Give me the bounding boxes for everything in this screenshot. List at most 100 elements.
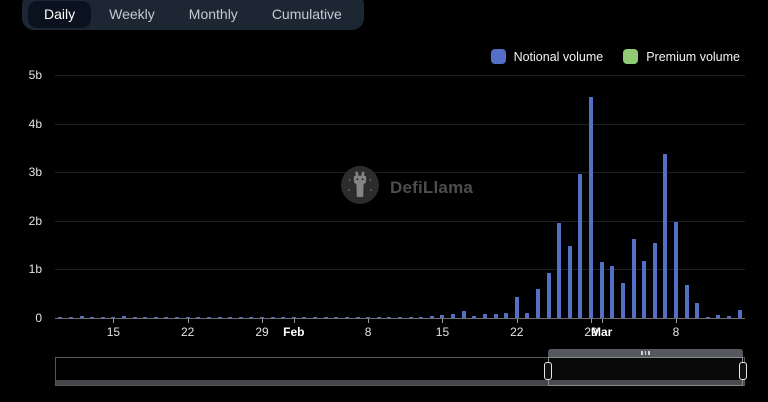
x-axis-tick (113, 319, 114, 323)
x-axis-tick (368, 319, 369, 323)
x-axis-label: 8 (365, 325, 372, 339)
bar-notional-volume-jan-15 (111, 317, 115, 318)
bar-notional-volume-mar-6 (653, 243, 657, 318)
defillama-volume-chart-page: DailyWeeklyMonthlyCumulative Notional vo… (0, 0, 768, 402)
bar-notional-volume-feb-25 (547, 273, 551, 318)
bar-notional-volume-feb-19 (483, 314, 487, 318)
bar-notional-volume-jan-30 (271, 317, 275, 318)
bar-notional-volume-mar-4 (632, 239, 636, 318)
x-axis-tick (262, 319, 263, 323)
bar-notional-volume-feb-8 (366, 317, 370, 318)
bar-notional-volume-jan-17 (133, 317, 137, 318)
x-axis-line (55, 318, 745, 319)
y-axis-label: 1b (0, 263, 42, 275)
grip-dot (648, 351, 650, 355)
bar-notional-volume-feb-22 (515, 297, 519, 318)
x-axis-tick (602, 319, 603, 323)
grip-dot (641, 351, 643, 355)
bar-notional-volume-feb-29 (589, 97, 593, 318)
bar-notional-volume-jan-26 (228, 317, 232, 318)
defillama-llama-icon (340, 165, 380, 210)
bar-notional-volume-jan-29 (260, 317, 264, 318)
bar-notional-volume-jan-19 (154, 317, 158, 318)
legend-swatch (491, 49, 506, 64)
bar-notional-volume-mar-8 (674, 222, 678, 318)
tab-daily[interactable]: Daily (28, 1, 91, 28)
x-axis-label: Mar (591, 325, 612, 339)
bar-notional-volume-feb-28 (578, 174, 582, 318)
legend-label: Premium volume (646, 50, 740, 64)
datazoom-right-handle[interactable] (739, 362, 747, 380)
bar-notional-volume-mar-1 (600, 262, 604, 318)
bar-notional-volume-jan-24 (207, 317, 211, 318)
x-axis-label: Feb (283, 325, 304, 339)
x-axis-label: 15 (436, 325, 449, 339)
bar-notional-volume-mar-12 (716, 315, 720, 318)
legend-item-notional-volume[interactable]: Notional volume (491, 49, 604, 64)
bar-notional-volume-feb-14 (430, 316, 434, 318)
bar-notional-volume-feb-18 (472, 316, 476, 318)
x-axis-tick (442, 319, 443, 323)
watermark-text: DefiLlama (390, 178, 473, 198)
x-axis-tick (188, 319, 189, 323)
bar-notional-volume-feb-15 (440, 315, 444, 318)
bar-notional-volume-jan-27 (239, 317, 243, 318)
y-axis-label: 4b (0, 118, 42, 130)
bar-notional-volume-jan-22 (186, 317, 190, 318)
bar-notional-volume-mar-3 (621, 283, 625, 318)
bar-notional-volume-feb-23 (525, 313, 529, 318)
bar-notional-volume-jan-25 (218, 317, 222, 318)
datazoom-selected-window[interactable] (548, 357, 743, 386)
bar-notional-volume-jan-23 (196, 317, 200, 318)
bar-notional-volume-feb-3 (313, 317, 317, 318)
bar-notional-volume-feb-1 (292, 317, 296, 318)
defillama-watermark: DefiLlama (340, 165, 473, 210)
datazoom-drag-bar[interactable] (548, 349, 743, 357)
tab-monthly[interactable]: Monthly (173, 1, 254, 28)
gridline (55, 221, 745, 222)
bar-notional-volume-jan-28 (249, 317, 253, 318)
bar-notional-volume-feb-26 (557, 223, 561, 318)
bar-notional-volume-jan-18 (143, 317, 147, 318)
bar-notional-volume-feb-27 (568, 246, 572, 318)
bar-notional-volume-mar-9 (685, 285, 689, 318)
y-axis-label: 3b (0, 166, 42, 178)
tab-weekly[interactable]: Weekly (93, 1, 171, 28)
bar-notional-volume-mar-5 (642, 261, 646, 318)
x-axis-tick (517, 319, 518, 323)
chart-legend: Notional volume Premium volume (491, 49, 740, 64)
bar-notional-volume-feb-9 (377, 317, 381, 318)
x-axis-label: 15 (107, 325, 120, 339)
tab-cumulative[interactable]: Cumulative (256, 1, 358, 28)
bar-notional-volume-feb-13 (419, 317, 423, 318)
bar-notional-volume-feb-4 (324, 317, 328, 318)
bar-notional-volume-feb-20 (494, 314, 498, 318)
bar-notional-volume-feb-2 (302, 317, 306, 318)
x-axis-tick (294, 319, 295, 323)
bar-notional-volume-jan-16 (122, 316, 126, 318)
x-axis-label: 22 (181, 325, 194, 339)
y-axis-label: 5b (0, 69, 42, 81)
legend-swatch (623, 49, 638, 64)
grip-dot (645, 351, 647, 355)
bar-notional-volume-feb-24 (536, 289, 540, 318)
legend-item-premium-volume[interactable]: Premium volume (623, 49, 740, 64)
datazoom-brush[interactable] (55, 357, 745, 386)
bar-notional-volume-feb-7 (356, 317, 360, 318)
bar-notional-volume-mar-13 (727, 316, 731, 318)
period-tabbar: DailyWeeklyMonthlyCumulative (22, 0, 364, 30)
datazoom-left-handle[interactable] (544, 362, 552, 380)
bar-notional-volume-jan-31 (281, 317, 285, 318)
bar-notional-volume-feb-12 (409, 317, 413, 318)
bar-notional-volume-jan-10 (58, 317, 62, 318)
bar-notional-volume-mar-7 (663, 154, 667, 318)
bar-notional-volume-feb-16 (451, 314, 455, 318)
x-axis-label: 22 (510, 325, 523, 339)
x-axis-tick (591, 319, 592, 323)
x-axis-tick (676, 319, 677, 323)
x-axis-label: 8 (673, 325, 680, 339)
bar-notional-volume-jan-12 (80, 316, 84, 318)
y-axis-label: 2b (0, 215, 42, 227)
bar-notional-volume-mar-10 (695, 303, 699, 318)
legend-label: Notional volume (514, 50, 604, 64)
